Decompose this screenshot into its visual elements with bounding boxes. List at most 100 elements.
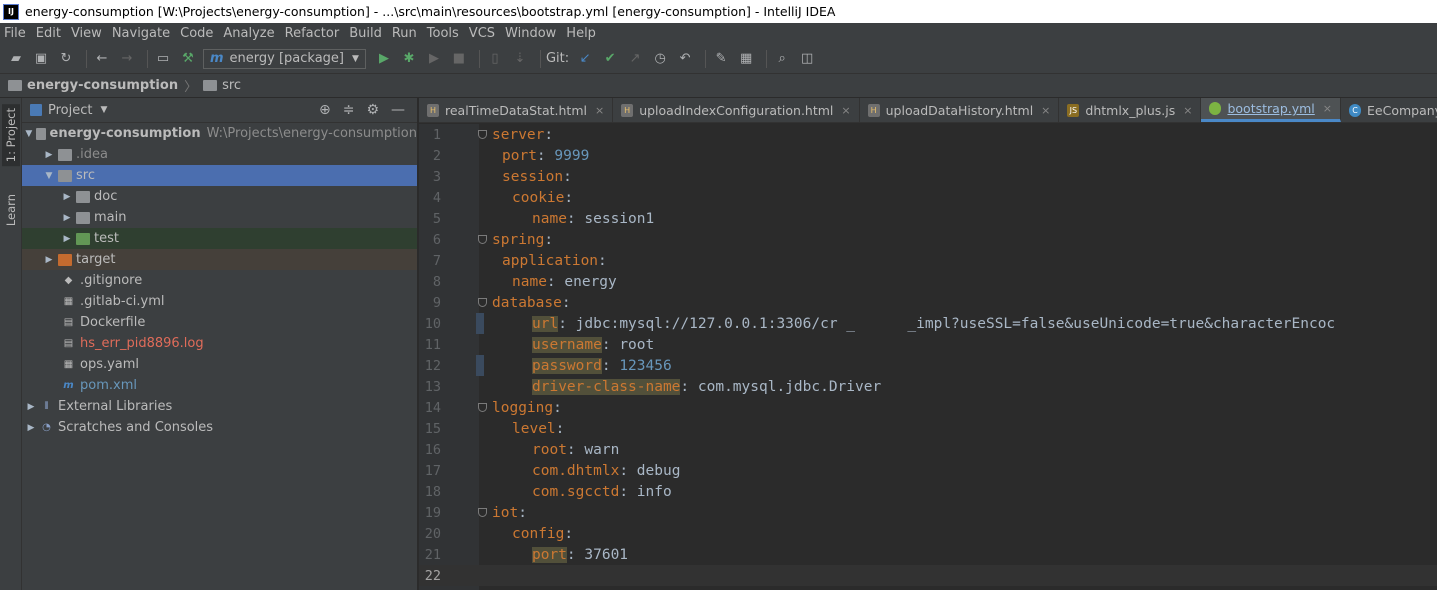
build-hammer-icon[interactable]: ⚒ xyxy=(178,49,198,69)
close-icon[interactable]: × xyxy=(1323,102,1332,115)
tree-item-gitignore[interactable]: ◆ .gitignore xyxy=(22,270,417,291)
title-bar: IJ energy-consumption [W:\Projects\energ… xyxy=(0,0,1437,23)
tab-dhtmlx-plus[interactable]: JS dhtmlx_plus.js × xyxy=(1059,98,1202,122)
chevron-down-icon[interactable]: ▼ xyxy=(42,171,56,181)
menu-file[interactable]: File xyxy=(4,26,26,41)
tree-item-idea[interactable]: ▶ .idea xyxy=(22,144,417,165)
toolbar-divider xyxy=(705,49,707,68)
menu-build[interactable]: Build xyxy=(349,26,382,41)
open-folder-icon[interactable]: ▰ xyxy=(6,49,26,69)
locate-target-icon[interactable]: ⊕ xyxy=(319,102,331,118)
menu-vcs[interactable]: VCS xyxy=(469,26,495,41)
tree-item-ops[interactable]: ▦ ops.yaml xyxy=(22,354,417,375)
close-icon[interactable]: × xyxy=(1041,104,1050,117)
learn-tool-tab[interactable]: Learn xyxy=(2,190,20,230)
yaml-value: info xyxy=(636,483,672,500)
tree-item-gitlab-ci[interactable]: ▦ .gitlab-ci.yml xyxy=(22,291,417,312)
tree-item-hs-err[interactable]: ▤ hs_err_pid8896.log xyxy=(22,333,417,354)
fold-marker-icon[interactable] xyxy=(478,298,487,307)
tree-item-pom[interactable]: m pom.xml xyxy=(22,375,417,396)
tree-item-root[interactable]: ▼ energy-consumption W:\Projects\energy-… xyxy=(22,123,417,144)
git-update-arrow-icon[interactable]: ↙ xyxy=(575,49,595,69)
yaml-key: database xyxy=(492,294,562,311)
project-tool-tab[interactable]: 1: Project xyxy=(2,104,20,167)
run-configuration-select[interactable]: m energy [package] ▼ xyxy=(203,48,366,69)
menu-analyze[interactable]: Analyze xyxy=(223,26,274,41)
code-line: 20 config: xyxy=(419,523,1437,544)
settings-wrench-icon[interactable]: ✎ xyxy=(711,49,731,69)
chevron-right-icon[interactable]: ▶ xyxy=(60,234,74,244)
change-marker xyxy=(476,313,484,334)
tab-label: uploadDataHistory.html xyxy=(885,102,1034,118)
save-icon[interactable]: ▣ xyxy=(31,49,51,69)
fold-marker-icon[interactable] xyxy=(478,403,487,412)
tree-item-test[interactable]: ▶ test xyxy=(22,228,417,249)
tree-item-dockerfile[interactable]: ▤ Dockerfile xyxy=(22,312,417,333)
terminal-icon[interactable]: ▭ xyxy=(153,49,173,69)
run-icon[interactable]: ▶ xyxy=(374,49,394,69)
back-arrow-icon[interactable]: ← xyxy=(92,49,112,69)
menu-refactor[interactable]: Refactor xyxy=(285,26,340,41)
close-icon[interactable]: × xyxy=(1183,104,1192,117)
tab-realtimedatastat[interactable]: H realTimeDataStat.html × xyxy=(419,98,614,122)
coverage-icon[interactable]: ▶ xyxy=(424,49,444,69)
menu-code[interactable]: Code xyxy=(180,26,213,41)
menu-help[interactable]: Help xyxy=(566,26,596,41)
menu-edit[interactable]: Edit xyxy=(36,26,61,41)
sync-icon[interactable]: ↻ xyxy=(56,49,76,69)
search-icon[interactable]: ⌕ xyxy=(772,49,792,69)
history-clock-icon[interactable]: ◷ xyxy=(650,49,670,69)
gradle-icon[interactable]: ⇣ xyxy=(510,49,530,69)
menu-navigate[interactable]: Navigate xyxy=(112,26,170,41)
chevron-right-icon[interactable]: ▶ xyxy=(42,150,56,160)
fold-marker-icon[interactable] xyxy=(478,508,487,517)
chevron-right-icon[interactable]: ▶ xyxy=(24,423,38,433)
tab-uploadindexconfiguration[interactable]: H uploadIndexConfiguration.html × xyxy=(613,98,860,122)
breadcrumb-folder[interactable]: src xyxy=(222,78,241,93)
line-number: 9 xyxy=(432,294,441,311)
yaml-value: root xyxy=(619,336,655,353)
chevron-down-icon[interactable]: ▼ xyxy=(100,105,107,115)
gear-icon[interactable]: ⚙ xyxy=(366,102,379,118)
code-editor[interactable]: 1 server: 2 port: 9999 3 session: 4 cook… xyxy=(419,124,1437,590)
fold-marker-icon[interactable] xyxy=(478,130,487,139)
tree-item-label: External Libraries xyxy=(58,399,173,414)
close-icon[interactable]: × xyxy=(595,104,604,117)
forward-arrow-icon[interactable]: → xyxy=(117,49,137,69)
tab-bootstrap-yml[interactable]: bootstrap.yml × xyxy=(1201,98,1341,122)
menu-view[interactable]: View xyxy=(71,26,102,41)
tree-item-target[interactable]: ▶ target xyxy=(22,249,417,270)
stop-icon[interactable]: ■ xyxy=(449,49,469,69)
menu-window[interactable]: Window xyxy=(505,26,556,41)
collapse-all-icon[interactable]: ≑ xyxy=(343,102,355,118)
fold-marker-icon[interactable] xyxy=(478,235,487,244)
debug-bug-icon[interactable]: ✱ xyxy=(399,49,419,69)
breadcrumb-project[interactable]: energy-consumption xyxy=(27,78,178,93)
chevron-right-icon[interactable]: ▶ xyxy=(60,213,74,223)
chevron-down-icon[interactable]: ▼ xyxy=(24,129,34,139)
rollback-icon[interactable]: ↶ xyxy=(675,49,695,69)
close-icon[interactable]: × xyxy=(841,104,850,117)
vcs-operations-icon[interactable]: ◫ xyxy=(797,49,817,69)
menu-tools[interactable]: Tools xyxy=(427,26,459,41)
git-commit-check-icon[interactable]: ✔ xyxy=(600,49,620,69)
hide-panel-icon[interactable]: — xyxy=(391,102,405,118)
tree-item-scratches[interactable]: ▶ ◔ Scratches and Consoles xyxy=(22,417,417,438)
git-push-icon[interactable]: ↗ xyxy=(625,49,645,69)
tree-item-doc[interactable]: ▶ doc xyxy=(22,186,417,207)
attach-debugger-icon[interactable]: ▯ xyxy=(485,49,505,69)
yaml-separator: : xyxy=(544,126,554,143)
tree-item-external-libraries[interactable]: ▶ ⫴ External Libraries xyxy=(22,396,417,417)
tree-item-main[interactable]: ▶ main xyxy=(22,207,417,228)
chevron-right-icon[interactable]: ▶ xyxy=(60,192,74,202)
chevron-right-icon[interactable]: ▶ xyxy=(42,255,56,265)
chevron-right-icon[interactable]: ▶ xyxy=(24,402,38,412)
tab-uploaddatahistory[interactable]: H uploadDataHistory.html × xyxy=(860,98,1060,122)
tab-eecompanyinfoservice[interactable]: C EeCompanyInfoService xyxy=(1341,98,1437,122)
project-structure-icon[interactable]: ▦ xyxy=(736,49,756,69)
tree-item-src[interactable]: ▼ src xyxy=(22,165,417,186)
menu-run[interactable]: Run xyxy=(392,26,417,41)
yaml-separator: : xyxy=(601,357,620,374)
tree-item-label: ops.yaml xyxy=(80,357,140,372)
project-view-title[interactable]: Project xyxy=(48,103,92,118)
